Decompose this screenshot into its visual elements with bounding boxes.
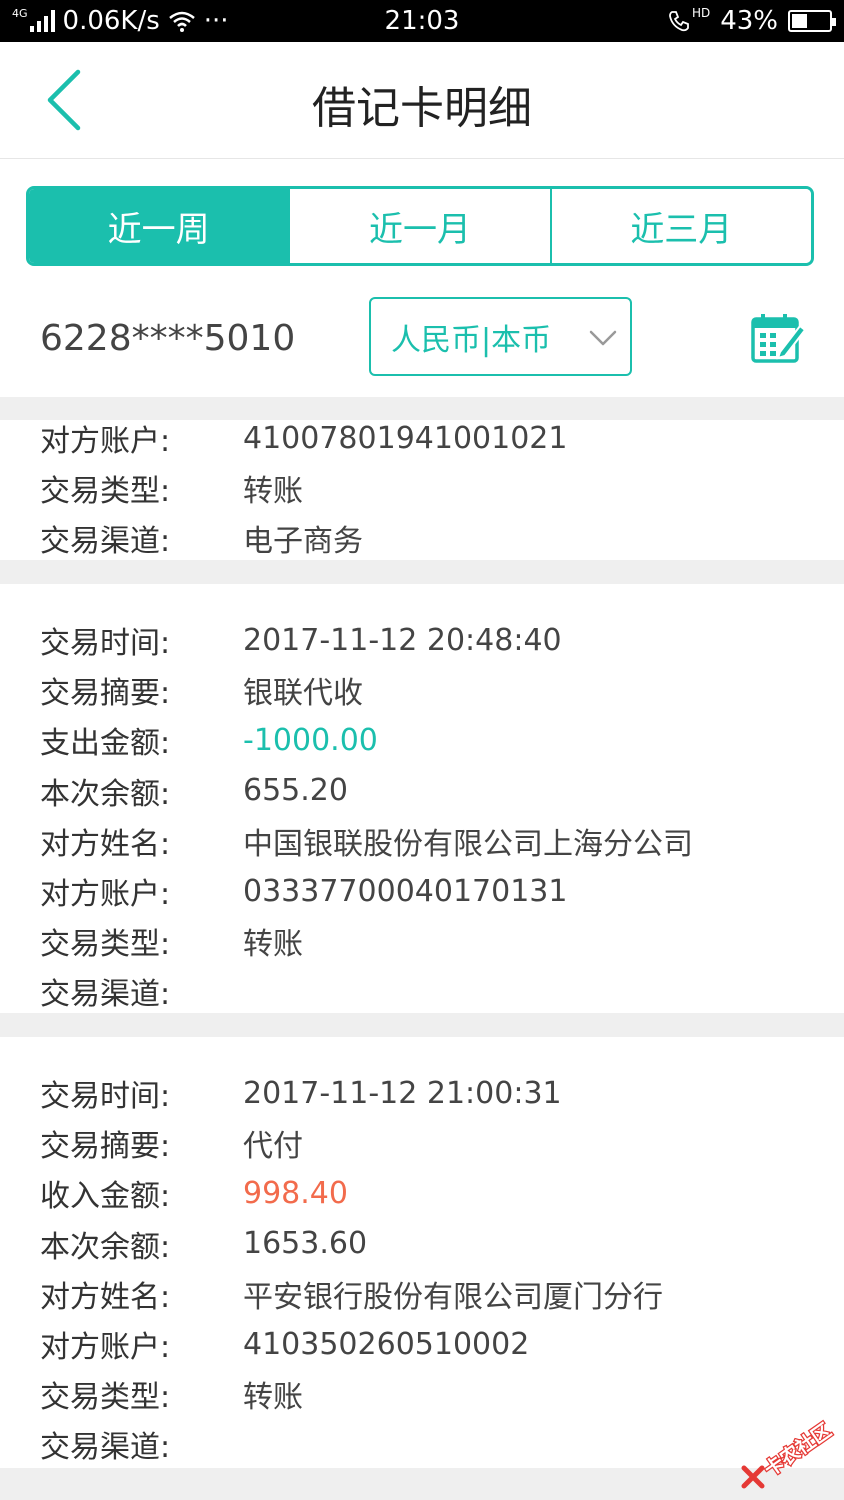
record-row: 本次余额: 1653.60 bbox=[0, 1219, 844, 1269]
record-row: 对方账户: 41007801941001021 bbox=[0, 413, 844, 463]
calendar-icon[interactable] bbox=[750, 312, 806, 364]
tab-week[interactable]: 近一周 bbox=[29, 189, 289, 263]
row-label: 交易摘要: bbox=[40, 676, 171, 712]
expense-amount: -1000.00 bbox=[243, 722, 378, 758]
record-row: 对方姓名: 中国银联股份有限公司上海分公司 bbox=[0, 816, 844, 866]
tab-month[interactable]: 近一月 bbox=[288, 189, 550, 263]
watermark-mark bbox=[741, 1465, 765, 1489]
currency-select[interactable]: 人民币|本币 bbox=[369, 297, 632, 376]
row-label: 交易渠道: bbox=[40, 524, 171, 560]
row-value: 电子商务 bbox=[243, 524, 363, 560]
hd-call-icon bbox=[669, 11, 689, 32]
record-row: 交易摘要: 代付 bbox=[0, 1118, 844, 1168]
row-value: 中国银联股份有限公司上海分公司 bbox=[243, 826, 693, 862]
row-value: 03337700040170131 bbox=[243, 873, 568, 909]
row-value: 平安银行股份有限公司厦门分行 bbox=[243, 1279, 663, 1315]
record-row: 交易类型: 转账 bbox=[0, 1369, 844, 1419]
row-label: 对方账户: bbox=[40, 1330, 171, 1366]
battery-icon bbox=[788, 10, 836, 32]
record-row: 交易时间: 2017-11-12 21:00:31 bbox=[0, 1068, 844, 1118]
app-header: 借记卡明细 bbox=[0, 42, 844, 159]
row-value: 转账 bbox=[243, 927, 303, 963]
record-row: 交易渠道: bbox=[0, 1419, 844, 1469]
income-amount: 998.40 bbox=[243, 1175, 348, 1211]
row-label: 交易类型: bbox=[40, 1380, 171, 1416]
record-row: 交易摘要: 银联代收 bbox=[0, 665, 844, 715]
record-row: 支出金额: -1000.00 bbox=[0, 715, 844, 765]
row-value: 转账 bbox=[243, 1380, 303, 1416]
watermark-logo: 卡农社区 bbox=[741, 1417, 837, 1489]
period-tabs: 近一周 近一月 近三月 bbox=[26, 186, 814, 266]
row-label: 对方账户: bbox=[40, 424, 171, 460]
record-row: 交易渠道: bbox=[0, 966, 844, 1016]
row-value: 转账 bbox=[243, 474, 303, 510]
record-divider bbox=[0, 1468, 844, 1500]
row-value: 2017-11-12 21:00:31 bbox=[243, 1075, 562, 1111]
row-label: 本次余额: bbox=[40, 1229, 171, 1265]
row-label: 对方姓名: bbox=[40, 1279, 171, 1315]
row-value: 1653.60 bbox=[243, 1226, 368, 1262]
record-row: 对方账户: 03337700040170131 bbox=[0, 866, 844, 916]
record-divider bbox=[0, 1013, 844, 1037]
record-row: 交易时间: 2017-11-12 20:48:40 bbox=[0, 615, 844, 665]
record-divider bbox=[0, 560, 844, 584]
row-value: 41007801941001021 bbox=[243, 420, 568, 456]
row-label: 对方账户: bbox=[40, 877, 171, 913]
record-row: 本次余额: 655.20 bbox=[0, 766, 844, 816]
chevron-down-icon bbox=[589, 330, 617, 346]
row-label: 交易渠道: bbox=[40, 1430, 171, 1466]
hd-label: HD bbox=[691, 6, 711, 20]
card-number: 6228****5010 bbox=[40, 318, 296, 359]
status-right: HD 43% bbox=[668, 6, 836, 36]
row-label: 交易时间: bbox=[40, 1079, 171, 1115]
row-label: 交易时间: bbox=[40, 626, 171, 662]
record-row: 交易类型: 转账 bbox=[0, 463, 844, 513]
currency-value: 人民币|本币 bbox=[391, 322, 552, 358]
row-label: 交易摘要: bbox=[40, 1129, 171, 1165]
record-row: 对方账户: 410350260510002 bbox=[0, 1319, 844, 1369]
record-row: 交易类型: 转账 bbox=[0, 916, 844, 966]
row-label: 交易类型: bbox=[40, 474, 171, 510]
row-value: 代付 bbox=[243, 1129, 303, 1165]
row-label: 收入金额: bbox=[40, 1179, 171, 1215]
status-bar: 4G 0.06K/s ··· 21:03 HD 43% bbox=[0, 0, 844, 42]
record-row: 收入金额: 998.40 bbox=[0, 1168, 844, 1218]
row-value: 银联代收 bbox=[243, 676, 363, 712]
row-value: 410350260510002 bbox=[243, 1326, 530, 1362]
row-value: 655.20 bbox=[243, 773, 348, 809]
battery-percent: 43% bbox=[720, 6, 778, 36]
transaction-record: 交易时间: 2017-11-12 20:48:40 交易摘要: 银联代收 支出金… bbox=[0, 615, 844, 1017]
row-value: 2017-11-12 20:48:40 bbox=[243, 622, 562, 658]
record-row: 对方姓名: 平安银行股份有限公司厦门分行 bbox=[0, 1269, 844, 1319]
transaction-record: 对方账户: 41007801941001021 交易类型: 转账 交易渠道: 电… bbox=[0, 413, 844, 564]
row-label: 对方姓名: bbox=[40, 826, 171, 862]
page-title: 借记卡明细 bbox=[312, 83, 532, 134]
row-label: 支出金额: bbox=[40, 726, 171, 762]
watermark-text: 卡农社区 bbox=[760, 1419, 835, 1481]
tab-three-months[interactable]: 近三月 bbox=[549, 189, 811, 263]
row-label: 交易类型: bbox=[40, 927, 171, 963]
record-row: 交易渠道: 电子商务 bbox=[0, 513, 844, 563]
row-label: 本次余额: bbox=[40, 776, 171, 812]
row-label: 交易渠道: bbox=[40, 977, 171, 1013]
transaction-record: 交易时间: 2017-11-12 21:00:31 交易摘要: 代付 收入金额:… bbox=[0, 1068, 844, 1470]
